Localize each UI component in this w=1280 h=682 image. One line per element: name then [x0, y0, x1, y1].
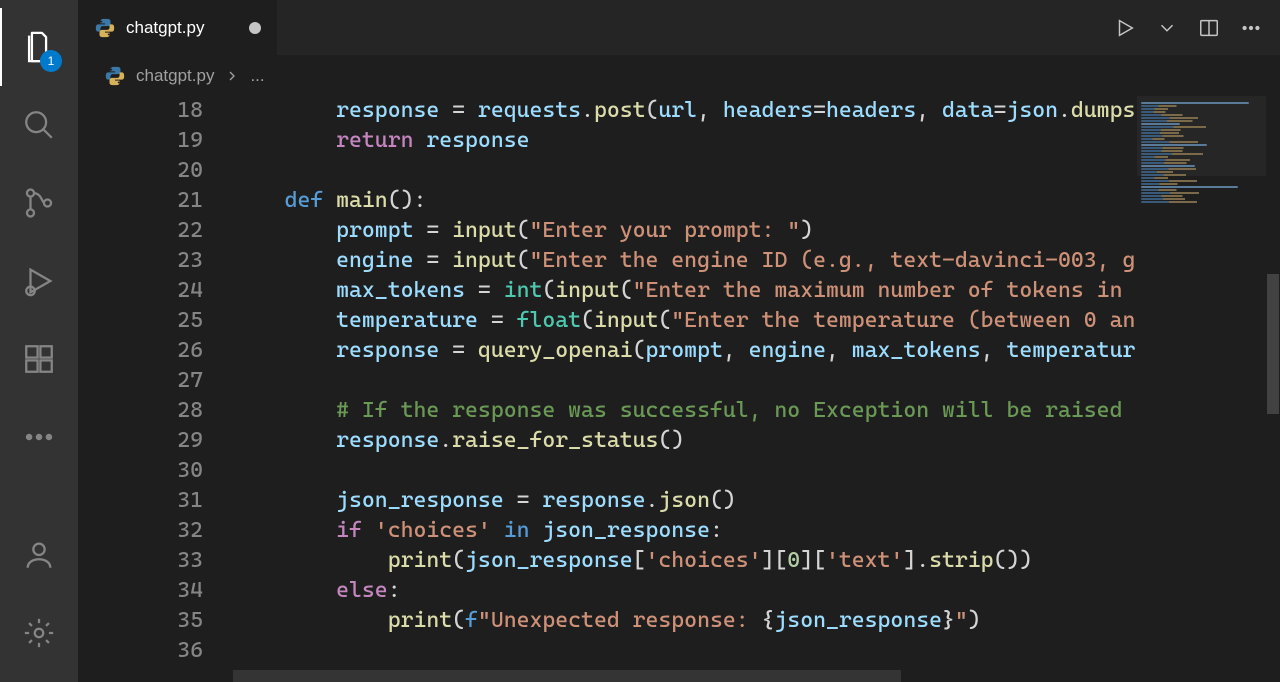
code-line[interactable]: 27 — [78, 366, 1136, 396]
breadcrumb-file: chatgpt.py — [136, 66, 214, 86]
line-number: 18 — [78, 96, 233, 126]
code-line[interactable]: 31 json_response = response.json() — [78, 486, 1136, 516]
code-line[interactable]: 19 return response — [78, 126, 1136, 156]
code-content: else: — [233, 576, 401, 606]
run-debug-icon[interactable] — [0, 242, 78, 320]
vertical-scrollbar[interactable] — [1266, 96, 1280, 682]
line-number: 25 — [78, 306, 233, 336]
source-control-icon[interactable] — [0, 164, 78, 242]
code-line[interactable]: 20 — [78, 156, 1136, 186]
code-line[interactable]: 32 if 'choices' in json_response: — [78, 516, 1136, 546]
tab-chatgpt[interactable]: chatgpt.py — [78, 0, 278, 55]
code-line[interactable]: 34 else: — [78, 576, 1136, 606]
extensions-icon[interactable] — [0, 320, 78, 398]
line-number: 24 — [78, 276, 233, 306]
explorer-badge: 1 — [40, 50, 62, 72]
settings-icon[interactable] — [0, 594, 78, 672]
code-line[interactable]: 25 temperature = float(input("Enter the … — [78, 306, 1136, 336]
line-number: 35 — [78, 606, 233, 636]
code-content: engine = input("Enter the engine ID (e.g… — [233, 246, 1136, 276]
run-dropdown-icon[interactable] — [1148, 9, 1186, 47]
explorer-icon[interactable]: 1 — [0, 8, 78, 86]
line-number: 21 — [78, 186, 233, 216]
accounts-icon[interactable] — [0, 516, 78, 594]
code-line[interactable]: 30 — [78, 456, 1136, 486]
tab-dirty-indicator[interactable] — [249, 22, 261, 34]
split-editor-icon[interactable] — [1190, 9, 1228, 47]
code-editor[interactable]: 18 response = requests.post(url, headers… — [78, 96, 1136, 682]
code-content: # If the response was successful, no Exc… — [233, 396, 1122, 426]
code-content: print(json_response['choices'][0]['text'… — [233, 546, 1032, 576]
line-number: 33 — [78, 546, 233, 576]
code-line[interactable]: 18 response = requests.post(url, headers… — [78, 96, 1136, 126]
code-line[interactable]: 28 # If the response was successful, no … — [78, 396, 1136, 426]
python-file-icon — [94, 17, 116, 39]
code-content: response = requests.post(url, headers=he… — [233, 96, 1136, 126]
line-number: 29 — [78, 426, 233, 456]
code-line[interactable]: 26 response = query_openai(prompt, engin… — [78, 336, 1136, 366]
line-number: 27 — [78, 366, 233, 396]
code-content: temperature = float(input("Enter the tem… — [233, 306, 1136, 336]
code-content: response = query_openai(prompt, engine, … — [233, 336, 1136, 366]
code-content: print(f"Unexpected response: {json_respo… — [233, 606, 981, 636]
editor-area: chatgpt.py chatgpt.py ... 18 response = … — [78, 0, 1280, 682]
line-number: 31 — [78, 486, 233, 516]
breadcrumb-rest: ... — [250, 66, 264, 86]
line-number: 22 — [78, 216, 233, 246]
run-file-icon[interactable] — [1106, 9, 1144, 47]
tab-bar: chatgpt.py — [78, 0, 1280, 56]
line-number: 19 — [78, 126, 233, 156]
code-line[interactable]: 29 response.raise_for_status() — [78, 426, 1136, 456]
line-number: 32 — [78, 516, 233, 546]
chevron-right-icon — [224, 68, 240, 84]
code-content: return response — [233, 126, 529, 156]
code-content: response.raise_for_status() — [233, 426, 684, 456]
more-icon[interactable] — [0, 398, 78, 476]
code-line[interactable]: 22 prompt = input("Enter your prompt: ") — [78, 216, 1136, 246]
activity-bar: 1 — [0, 0, 78, 682]
breadcrumb[interactable]: chatgpt.py ... — [78, 56, 1280, 96]
python-file-icon — [104, 65, 126, 87]
code-content: prompt = input("Enter your prompt: ") — [233, 216, 813, 246]
code-line[interactable]: 24 max_tokens = int(input("Enter the max… — [78, 276, 1136, 306]
tab-label: chatgpt.py — [126, 18, 204, 38]
code-line[interactable]: 35 print(f"Unexpected response: {json_re… — [78, 606, 1136, 636]
line-number: 34 — [78, 576, 233, 606]
code-content: max_tokens = int(input("Enter the maximu… — [233, 276, 1136, 306]
code-line[interactable]: 23 engine = input("Enter the engine ID (… — [78, 246, 1136, 276]
line-number: 23 — [78, 246, 233, 276]
horizontal-scrollbar[interactable] — [233, 670, 992, 682]
minimap[interactable] — [1136, 96, 1266, 682]
line-number: 20 — [78, 156, 233, 186]
line-number: 28 — [78, 396, 233, 426]
code-line[interactable]: 33 print(json_response['choices'][0]['te… — [78, 546, 1136, 576]
code-line[interactable]: 36 — [78, 636, 1136, 666]
more-actions-icon[interactable] — [1232, 9, 1270, 47]
line-number: 30 — [78, 456, 233, 486]
line-number: 26 — [78, 336, 233, 366]
code-content: json_response = response.json() — [233, 486, 736, 516]
line-number: 36 — [78, 636, 233, 666]
code-line[interactable]: 21 def main(): — [78, 186, 1136, 216]
code-content: def main(): — [233, 186, 426, 216]
search-icon[interactable] — [0, 86, 78, 164]
code-content: if 'choices' in json_response: — [233, 516, 723, 546]
